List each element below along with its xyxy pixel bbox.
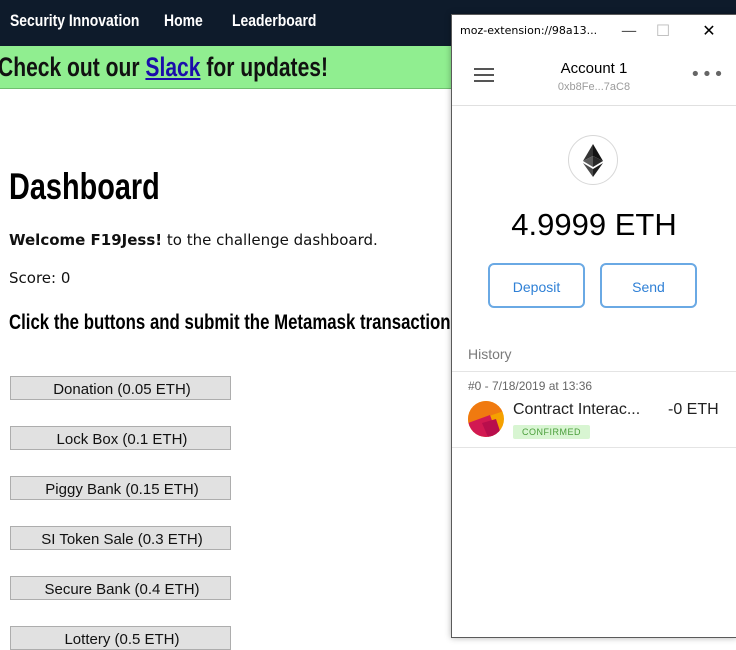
welcome-text: to the challenge dashboard. [162, 231, 378, 249]
nav-home-link[interactable]: Home [164, 11, 203, 31]
donation-button[interactable]: Donation (0.05 ETH) [10, 376, 231, 400]
send-button[interactable]: Send [600, 263, 697, 308]
welcome-message: Welcome F19Jess! to the challenge dashbo… [9, 231, 378, 249]
close-button[interactable]: ✕ [696, 19, 722, 43]
piggy-bank-button[interactable]: Piggy Bank (0.15 ETH) [10, 476, 231, 500]
contract-interaction-icon [468, 401, 504, 437]
banner-suffix: for updates! [200, 52, 329, 82]
welcome-username: Welcome F19Jess! [9, 231, 163, 249]
transaction-title: Contract Interac... [513, 401, 641, 418]
popup-url: moz-extension://98a13... [460, 24, 598, 37]
history-heading: History [468, 346, 512, 362]
deposit-button[interactable]: Deposit [488, 263, 585, 308]
nav-brand-link[interactable]: Security Innovation [10, 11, 139, 31]
page-title: Dashboard [9, 166, 160, 207]
banner-text: Check out our Slack for updates! [0, 52, 328, 83]
transaction-date: #0 - 7/18/2019 at 13:36 [468, 379, 593, 393]
score-text: Score: 0 [9, 269, 71, 287]
transaction-row[interactable]: #0 - 7/18/2019 at 13:36 Contract Interac… [452, 372, 736, 447]
transaction-amount: -0 ETH [668, 401, 719, 418]
banner-prefix: Check out our [0, 52, 146, 82]
account-header: Account 1 0xb8Fe...7aC8 ••• [452, 47, 736, 106]
si-token-sale-button[interactable]: SI Token Sale (0.3 ETH) [10, 526, 231, 550]
popup-titlebar[interactable]: moz-extension://98a13... — ☐ ✕ [452, 15, 736, 47]
nav-leaderboard-link[interactable]: Leaderboard [232, 11, 316, 31]
slack-link[interactable]: Slack [145, 52, 200, 82]
secure-bank-button[interactable]: Secure Bank (0.4 ETH) [10, 576, 231, 600]
metamask-popup-window: moz-extension://98a13... — ☐ ✕ Account 1… [451, 14, 736, 638]
lottery-button[interactable]: Lottery (0.5 ETH) [10, 626, 231, 650]
lock-box-button[interactable]: Lock Box (0.1 ETH) [10, 426, 231, 450]
kebab-menu-icon[interactable]: ••• [690, 64, 725, 85]
minimize-button[interactable]: — [616, 19, 642, 43]
ethereum-icon [568, 135, 618, 185]
maximize-button[interactable]: ☐ [650, 19, 676, 43]
instruction-heading: Click the buttons and submit the Metamas… [9, 311, 471, 334]
confirmed-badge: CONFIRMED [513, 425, 590, 439]
eth-balance: 4.9999 ETH [511, 207, 677, 242]
history-divider-bottom [452, 447, 736, 448]
